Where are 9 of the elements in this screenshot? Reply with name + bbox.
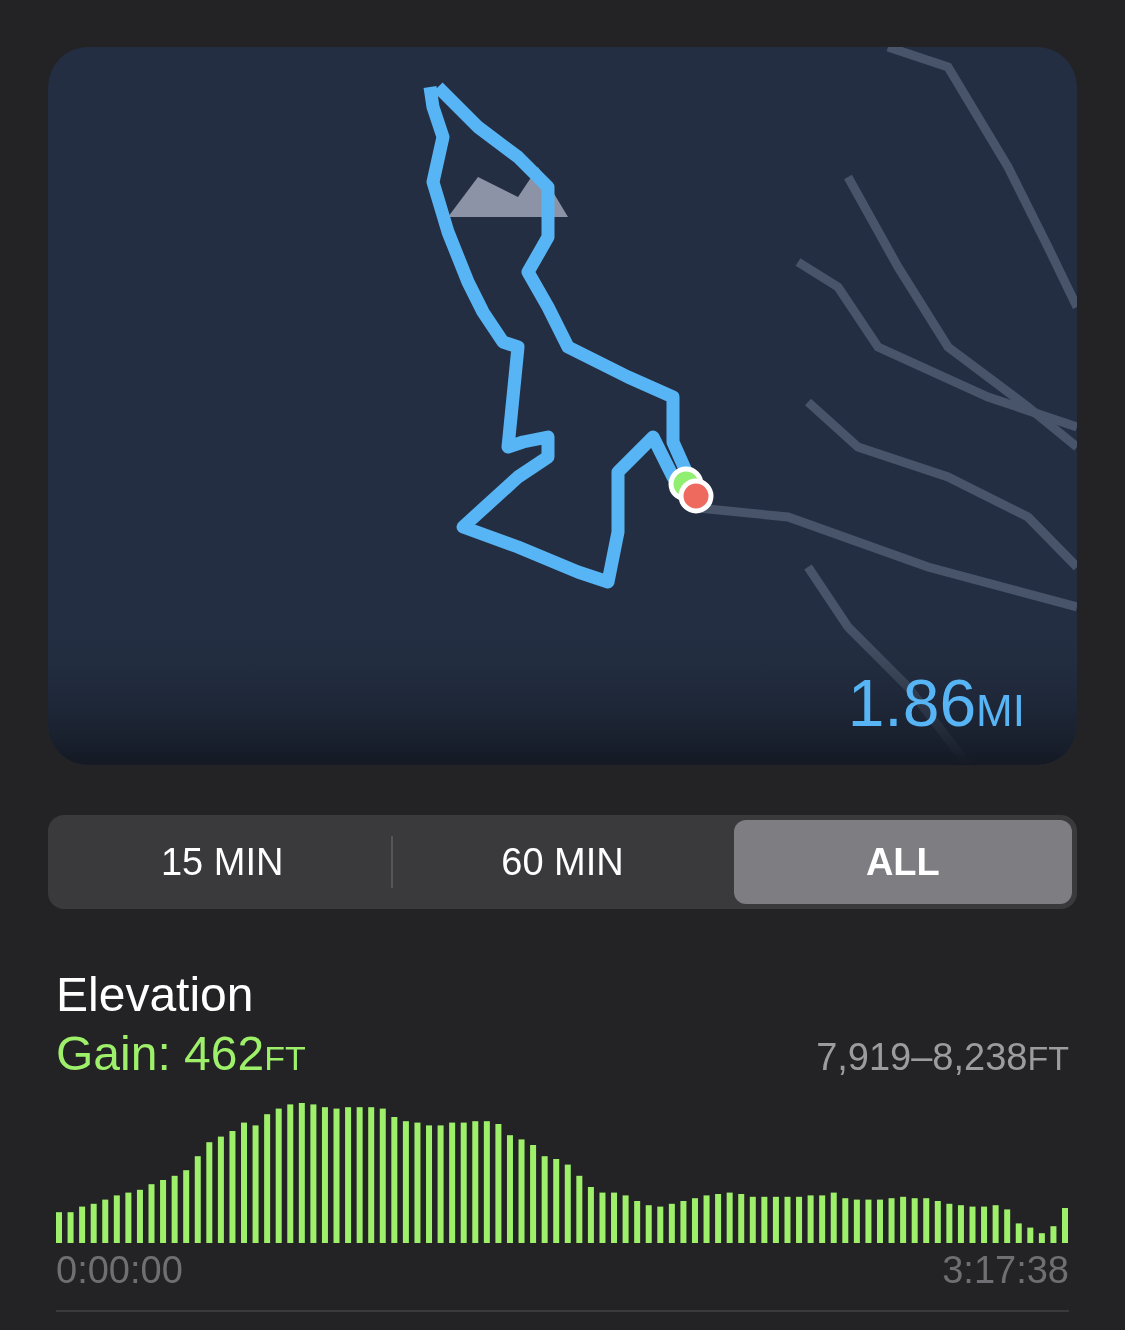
start-time: 0:00:00 [56,1249,183,1292]
segment-tab[interactable]: ALL [733,820,1072,904]
segment-tab[interactable]: 60 MIN [393,820,732,904]
distance-label: 1.86MI [847,665,1025,741]
end-time: 3:17:38 [942,1249,1069,1292]
segment-tab[interactable]: 15 MIN [53,820,392,904]
gain-label: Gain: 462FT [56,1026,306,1081]
elevation-range: 7,919–8,238FT [816,1036,1069,1079]
section-title: Elevation [56,967,255,1022]
